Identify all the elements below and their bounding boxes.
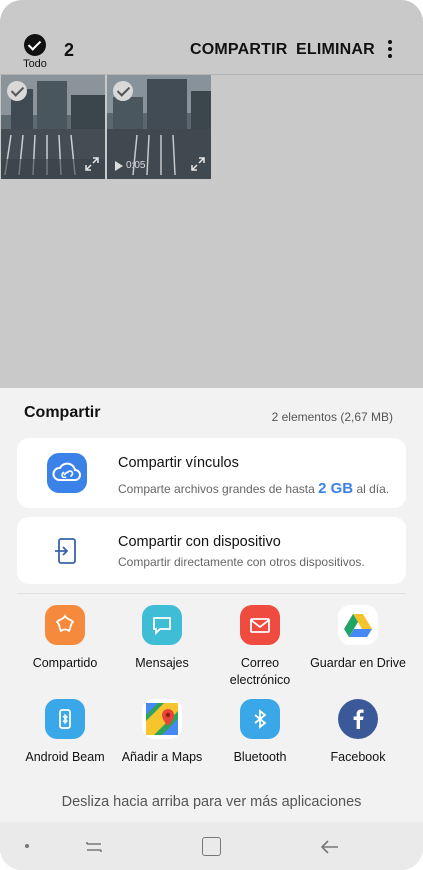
video-thumbnail[interactable]: 0:05	[107, 75, 211, 179]
sheet-item-count: 2 elementos (2,67 MB)	[271, 410, 393, 424]
app-label: Facebook	[330, 750, 386, 764]
app-bluetooth[interactable]: Bluetooth	[212, 699, 308, 766]
recent-apps-icon[interactable]	[84, 838, 104, 856]
cloud-link-icon	[47, 453, 87, 493]
sheet-title: Compartir	[24, 404, 101, 421]
app-facebook[interactable]: Facebook	[310, 699, 406, 766]
share-links-subtitle: Comparte archivos grandes de hasta 2 GB …	[118, 480, 390, 497]
selected-check-icon[interactable]	[7, 81, 27, 101]
photo-thumbnail[interactable]	[1, 75, 105, 179]
video-duration: 0:05	[115, 160, 145, 171]
share-to-device-icon	[55, 538, 76, 564]
app-label: Guardar en Drive	[310, 656, 406, 670]
app-maps[interactable]: Añadir a Maps	[114, 699, 210, 766]
screen: Todo 2 COMPARTIR ELIMINAR 0:05 Compartir…	[0, 0, 423, 870]
app-mensajes[interactable]: Mensajes	[114, 605, 210, 672]
selection-toolbar: Todo 2 COMPARTIR ELIMINAR	[0, 0, 423, 74]
swipe-up-hint: Desliza hacia arriba para ver más aplica…	[61, 794, 362, 810]
facebook-icon	[338, 699, 378, 739]
app-label: Correo electrónico	[229, 656, 291, 687]
navigation-bar	[0, 822, 423, 870]
share-device-card[interactable]: Compartir con dispositivo Compartir dire…	[17, 517, 406, 584]
share-links-title: Compartir vínculos	[118, 455, 239, 471]
app-android-beam[interactable]: Android Beam	[17, 699, 113, 766]
apps-divider	[17, 593, 406, 594]
share-sheet: Compartir 2 elementos (2,67 MB) Comparti…	[0, 388, 423, 870]
app-correo[interactable]: Correo electrónico	[212, 605, 308, 689]
shared-album-icon	[45, 605, 85, 645]
share-device-subtitle: Compartir directamente con otros disposi…	[118, 555, 365, 569]
play-icon	[115, 160, 123, 171]
nav-dot-icon	[25, 844, 29, 848]
app-label: Android Beam	[25, 750, 105, 764]
expand-icon[interactable]	[191, 157, 205, 171]
home-icon[interactable]	[202, 837, 221, 856]
duration-label: 0:05	[126, 160, 146, 171]
share-device-title: Compartir con dispositivo	[118, 534, 281, 550]
google-drive-icon	[338, 605, 378, 645]
back-icon[interactable]	[320, 838, 340, 856]
more-vert-icon[interactable]	[386, 40, 394, 60]
expand-icon[interactable]	[85, 157, 99, 171]
select-all-button[interactable]: Todo	[22, 34, 48, 70]
share-button[interactable]: COMPARTIR	[190, 41, 288, 59]
app-label: Compartido	[32, 656, 98, 670]
select-all-label: Todo	[23, 58, 47, 70]
checkmark-icon	[24, 34, 46, 56]
selected-check-icon[interactable]	[113, 81, 133, 101]
app-drive[interactable]: Guardar en Drive	[310, 605, 406, 672]
app-label: Añadir a Maps	[121, 750, 203, 764]
share-links-card[interactable]: Compartir vínculos Comparte archivos gra…	[17, 438, 406, 508]
bluetooth-icon	[240, 699, 280, 739]
messages-icon	[142, 605, 182, 645]
google-maps-icon	[142, 699, 182, 739]
email-icon	[240, 605, 280, 645]
selected-count: 2	[64, 40, 75, 60]
app-label: Bluetooth	[233, 750, 287, 764]
app-label: Mensajes	[135, 656, 189, 670]
delete-button[interactable]: ELIMINAR	[296, 41, 375, 59]
android-beam-icon	[45, 699, 85, 739]
app-compartido[interactable]: Compartido	[17, 605, 113, 672]
